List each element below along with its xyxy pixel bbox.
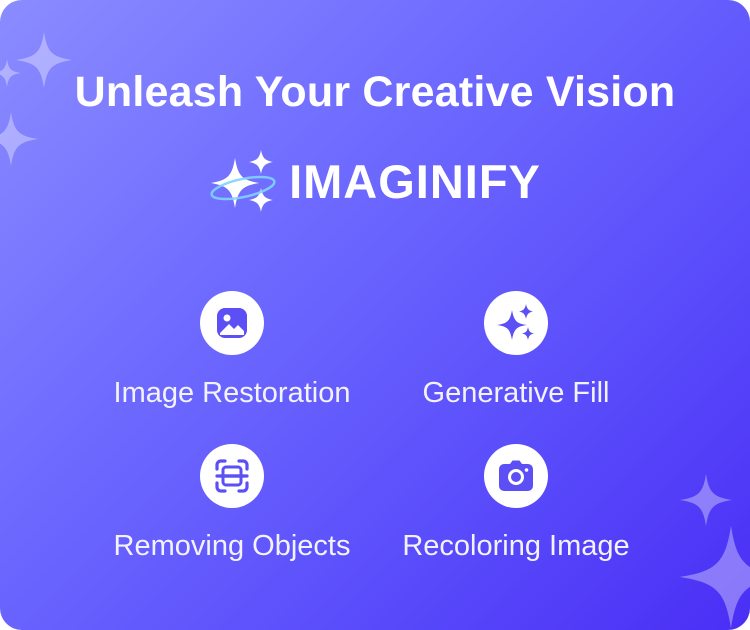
feature-icon-circle [484, 444, 548, 508]
sparkles-icon [497, 304, 534, 340]
camera-icon [499, 460, 533, 491]
promo-card: Unleash Your Creative Vision IMAGINIFY I… [0, 0, 750, 630]
feature-removing-objects: Removing Objects [82, 444, 382, 563]
brand-name: IMAGINIFY [289, 154, 541, 208]
sparkle-decoration-icon [679, 525, 750, 629]
feature-generative-fill: Generative Fill [366, 291, 666, 410]
feature-icon-circle [484, 291, 548, 355]
feature-image-restoration: Image Restoration [82, 291, 382, 410]
sparkle-logo-icon [210, 150, 276, 212]
feature-label: Generative Fill [422, 377, 610, 409]
sparkle-decoration-icon [679, 473, 733, 527]
feature-icon-circle [200, 444, 264, 508]
scan-icon [215, 459, 249, 493]
headline: Unleash Your Creative Vision [74, 68, 676, 116]
brand: IMAGINIFY [0, 148, 750, 214]
feature-label: Removing Objects [113, 530, 351, 562]
feature-label: Recoloring Image [402, 530, 630, 562]
feature-icon-circle [200, 291, 264, 355]
feature-label: Image Restoration [113, 377, 351, 409]
feature-recoloring-image: Recoloring Image [366, 444, 666, 563]
image-icon [217, 308, 247, 338]
